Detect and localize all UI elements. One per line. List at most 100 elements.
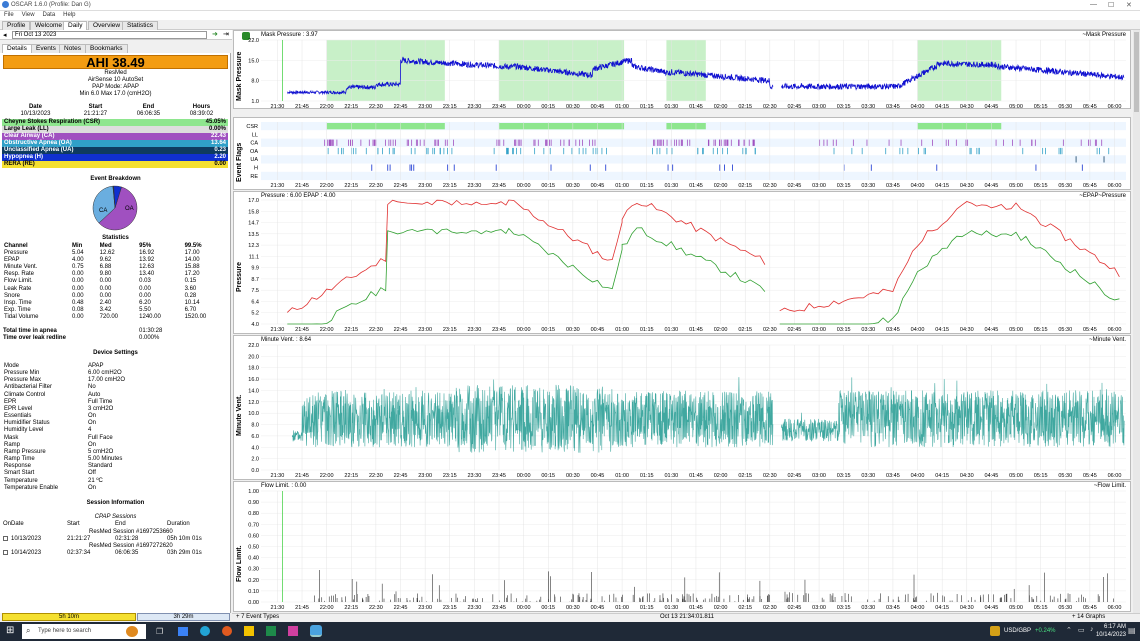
tab-details[interactable]: Details [2,44,32,53]
tab-notes[interactable]: Notes [59,44,86,53]
oscar-taskbar-icon[interactable] [310,625,322,637]
scrollbar-thumb[interactable] [1134,32,1139,112]
flag-row-label: RE [250,174,258,180]
event-row[interactable]: Cheyne Stokes Respiration (CSR) 45.05% [2,119,228,126]
tab-bookmarks[interactable]: Bookmarks [85,44,128,53]
minute-vent-chart[interactable]: 22.0 20.0 18.0 16.0 14.0 12.0 10.0 8.0 6.0 4.0 2.0… [234,336,1132,481]
device-settings-title: Device Settings [93,350,138,356]
folder-icon[interactable] [244,626,254,636]
session-row[interactable]: ResMed Session #1697272620 10/14/2023 02… [3,543,228,557]
summary-date: 10/13/2023 [20,111,51,117]
time-tick: 04:45 [985,183,999,189]
time-tick: 21:30 [271,327,285,333]
time-tick: 23:00 [418,473,432,479]
notification-icon[interactable]: ▤ [1128,626,1136,635]
time-tick: 22:45 [394,104,408,110]
flag-row [261,146,1126,156]
device-row: Ramp Pressure 5 cmH2O [2,449,228,456]
time-tick: 01:15 [640,183,654,189]
app-icon-1[interactable] [178,627,188,636]
close-icon[interactable]: ✕ [1126,1,1132,9]
task-view-icon[interactable]: ❐ [156,627,163,636]
time-tick: 05:30 [1058,473,1072,479]
main-tabs: Profile Welcome Daily Overview Statistic… [0,20,1140,30]
leak-value: 0.000% [139,335,160,341]
tab-welcome[interactable]: Welcome [30,21,67,30]
y-tick: 0.20 [248,578,259,584]
device-setting-value: APAP [88,363,104,369]
time-tick: 01:15 [640,104,654,110]
menu-file[interactable]: File [4,12,14,18]
tab-statistics[interactable]: Statistics [122,21,159,30]
device-setting-name: Pressure Max [4,377,42,384]
session-row[interactable]: ResMed Session #1697253660 10/13/2023 21… [3,529,228,543]
time-tick: 03:45 [886,183,900,189]
maximize-icon[interactable]: ☐ [1108,1,1114,9]
menu-help[interactable]: Help [63,12,75,18]
session-segment-1[interactable]: 5h 10m [2,613,136,621]
network-icon[interactable]: ▭ [1078,626,1085,634]
flow-limit-chart[interactable]: 1.00 0.90 0.80 0.70 0.60 0.50 0.40 0.30 0.20 0.10… [234,482,1132,613]
time-tick: 03:45 [886,104,900,110]
mask-pressure-chart[interactable]: 22.0 15.0 8.0 1.0 21:30 21:45 22:00 22:15 22:30 2… [234,31,1132,110]
event-indices: Cheyne Stokes Respiration (CSR) 45.05% Lar… [2,119,228,168]
y-tick: 22.0 [248,343,259,349]
session-checkbox[interactable] [3,536,8,541]
device-setting-name: Response [4,463,32,470]
minimize-icon[interactable]: — [1090,1,1097,8]
event-row[interactable]: Large Leak (LL) 0.00% [2,126,228,133]
apnea-label: Total time in apnea [3,328,57,334]
time-tick: 22:45 [394,473,408,479]
event-types-button[interactable]: + 7 Event Types [236,614,279,620]
event-row[interactable]: Obstructive Apnea (OA) 13.64 [2,140,228,147]
tab-profile[interactable]: Profile [2,21,31,30]
tab-daily[interactable]: Daily [63,21,88,30]
session-checkbox[interactable] [3,550,8,555]
col-duration: Duration [167,521,190,527]
taskbar-search-box[interactable]: ⌕ Type here to search [22,624,146,639]
menu-view[interactable]: View [22,12,35,18]
last-day-icon[interactable]: ⇥ [223,30,229,38]
device-row: Humidity Level 4 [2,427,228,434]
edge-icon[interactable] [200,626,210,636]
clock-time: 6:17 AM [1103,624,1126,630]
event-flags-chart[interactable]: CSR LL CA OA UA H RE 21:30 21:45 22:00 22:15 22:30 2… [234,118,1132,191]
y-tick: 0.10 [248,589,259,595]
tab-events[interactable]: Events [31,44,61,53]
device-setting-value: Full Face [88,434,113,441]
time-tick: 01:45 [689,605,703,611]
time-tick: 04:00 [911,327,925,333]
event-row[interactable]: Unclassified Apnea (UA) 0.23 [2,147,228,154]
time-tick: 00:30 [566,327,580,333]
tab-overview[interactable]: Overview [88,21,126,30]
menu-data[interactable]: Data [42,12,55,18]
next-day-icon[interactable]: ➜ [212,30,218,38]
time-tick: 00:00 [517,473,531,479]
time-tick: 22:00 [320,183,334,189]
y-tick: 20.0 [248,354,259,360]
time-tick: 22:15 [344,104,358,110]
session-segment-2[interactable]: 3h 29m [137,613,230,621]
stat-value: 3.42 [99,306,112,313]
windows-start-icon[interactable]: ⊞ [6,626,16,636]
y-tick: 6.0 [251,434,259,440]
stat-value: 0.15 [184,278,197,285]
stat-header: Min [71,243,83,249]
time-tick: 03:30 [861,183,875,189]
event-row[interactable]: Hypopnea (H) 2.20 [2,154,228,161]
tray-chevron-icon[interactable]: ⌃ [1066,626,1072,634]
pressure-chart[interactable]: 17.0 15.8 14.7 13.5 12.3 11.1 9.9 8.7 7.5 6.4 5.2 4… [234,192,1132,335]
time-tick: 03:00 [812,473,826,479]
excel-icon[interactable] [266,626,276,636]
graphs-button[interactable]: + 14 Graphs [1072,614,1105,620]
prev-day-icon[interactable]: ◂ [3,31,7,39]
event-row[interactable]: Clear Airway (CA) 22.43 [2,133,228,140]
time-tick: 01:45 [689,473,703,479]
date-picker[interactable]: Fri Oct 13 2023 [12,31,207,39]
time-tick: 23:45 [492,605,506,611]
graph-scrollbar[interactable] [1133,30,1140,613]
app-icon-2[interactable] [288,626,298,636]
firefox-icon[interactable] [222,626,232,636]
event-row[interactable]: RERA (RE) 0.00 [2,161,228,168]
device-setting-name: Mask [4,434,19,441]
